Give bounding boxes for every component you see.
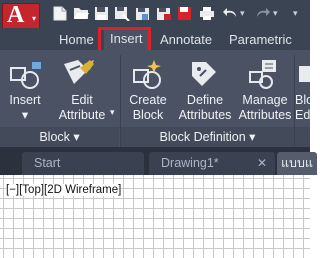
file-tab-start[interactable]: Start [22,152,144,175]
saveweb-icon[interactable] [156,6,172,20]
manage-attributes-button[interactable]: Manage Attributes [237,93,293,123]
drawing-canvas[interactable]: [−][Top][2D Wireframe] [0,175,310,258]
panel-title-clipped [295,127,310,147]
chevron-down-icon: ▾ [21,108,29,122]
define-attributes-icon [188,58,218,93]
insert-button[interactable]: Insert ▾ [6,93,44,123]
edit-attribute-button[interactable]: Edit Attribute [56,93,108,123]
block-editor-button[interactable]: Blo Edi [295,93,310,123]
ribbon-tab-bar: Home Insert Annotate Parametric [0,28,310,50]
panel-title-block-definition[interactable]: Block Definition ▾ [121,127,294,147]
redo-icon[interactable] [255,6,271,20]
undo-icon[interactable] [222,6,238,20]
new-icon[interactable] [53,6,69,21]
chevron-down-icon[interactable]: ▾ [110,105,115,120]
close-icon[interactable]: ✕ [257,152,267,174]
block-editor-icon [298,58,310,93]
panel-title-block[interactable]: Block ▾ [0,127,119,147]
tab-parametric[interactable]: Parametric [229,32,292,47]
plot-icon[interactable] [199,6,215,20]
chevron-down-icon: ▾ [31,14,36,23]
define-attributes-button[interactable]: Define Attributes [175,93,235,123]
create-block-button[interactable]: Create Block [127,93,169,123]
saveas-icon[interactable] [114,6,130,21]
edit-attribute-icon [62,58,98,93]
quick-access-toolbar: A ▾ ▾ ▾ ▾ [0,0,310,30]
application-menu-button[interactable]: A ▾ [2,2,40,30]
insert-block-icon [10,60,42,93]
file-tab-drawing1[interactable]: Drawing1* ✕ [149,152,275,175]
file-tab-drawing2[interactable]: แบบแ [277,152,317,175]
cloud-icon[interactable] [135,6,151,20]
create-block-icon [132,58,166,93]
customize-qat-icon[interactable]: ▾ [293,8,298,19]
tab-home[interactable]: Home [59,32,94,47]
redo-dropdown-icon[interactable]: ▾ [273,8,278,19]
undo-dropdown-icon[interactable]: ▾ [240,8,245,19]
open-icon[interactable] [73,6,89,20]
tab-annotate[interactable]: Annotate [160,32,212,47]
viewport-controls[interactable]: [−][Top][2D Wireframe] [6,184,122,196]
save-icon[interactable] [94,6,110,20]
file-tab-bar: Start Drawing1* ✕ แบบแ [0,147,317,175]
autocad-logo: A [7,2,25,28]
cloud-save-icon[interactable] [177,6,193,20]
manage-attributes-icon [248,58,278,93]
